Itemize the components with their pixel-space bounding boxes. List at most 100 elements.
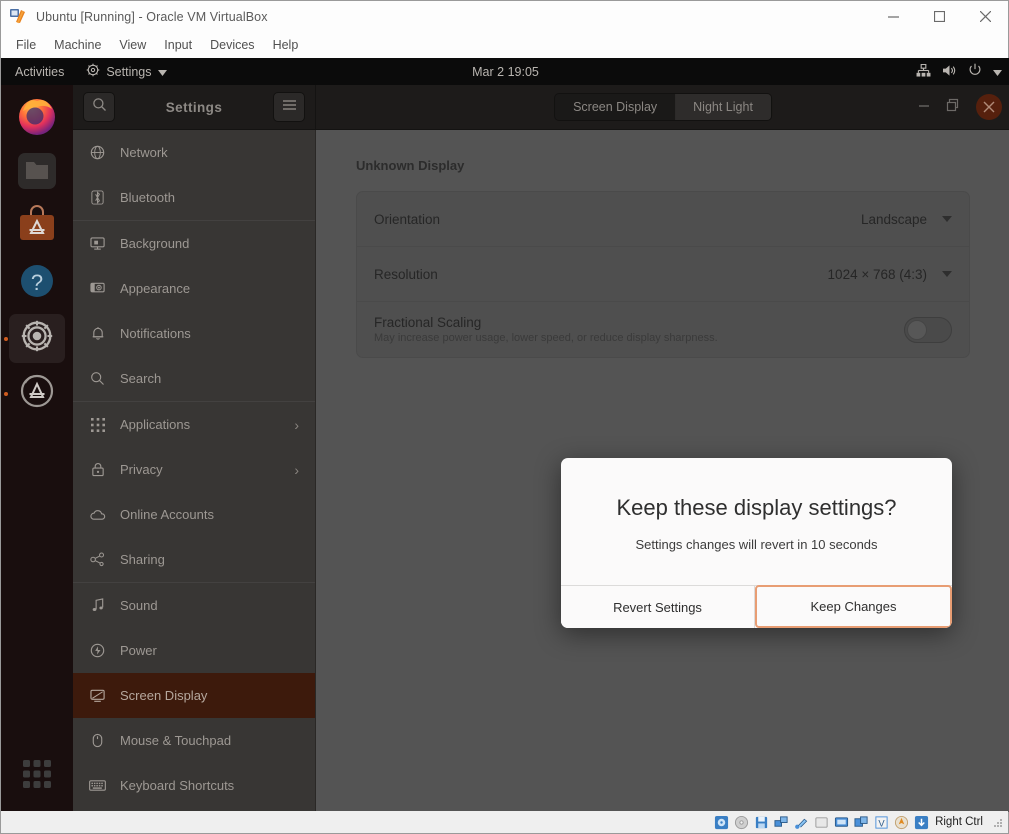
globe-icon bbox=[89, 145, 106, 160]
search-button[interactable] bbox=[83, 92, 115, 122]
activities-button[interactable]: Activities bbox=[1, 65, 76, 79]
settings-header-left: Settings bbox=[73, 85, 316, 129]
optical-disk-icon[interactable] bbox=[733, 815, 749, 829]
sidebar-item-mouse-touchpad[interactable]: Mouse & Touchpad bbox=[73, 718, 315, 763]
share-icon bbox=[89, 552, 106, 567]
sidebar-item-label: Sound bbox=[120, 598, 158, 613]
search-icon bbox=[89, 371, 106, 386]
menu-devices[interactable]: Devices bbox=[201, 35, 263, 55]
settings-header: Settings Screen Display Night Light bbox=[73, 85, 1009, 130]
display-options-card: Orientation Landscape Resolution 1024 × … bbox=[356, 191, 970, 358]
orientation-value: Landscape bbox=[860, 211, 927, 227]
close-button[interactable] bbox=[962, 1, 1008, 32]
apps-grid-icon bbox=[89, 417, 106, 432]
mouse-capture-icon[interactable] bbox=[893, 815, 909, 829]
sidebar-item-online-accounts[interactable]: Online Accounts bbox=[73, 492, 315, 537]
software-updater-icon bbox=[17, 371, 57, 416]
menu-view[interactable]: View bbox=[110, 35, 155, 55]
menu-help[interactable]: Help bbox=[264, 35, 308, 55]
keep-changes-button[interactable]: Keep Changes bbox=[755, 585, 952, 628]
bell-icon bbox=[89, 326, 106, 341]
keep-display-settings-dialog: Keep these display settings? Settings ch… bbox=[561, 458, 952, 628]
menu-file[interactable]: File bbox=[7, 35, 45, 55]
sidebar-item-search[interactable]: Search bbox=[73, 356, 315, 401]
display-icon[interactable] bbox=[833, 815, 849, 829]
shared-folder-icon[interactable] bbox=[813, 815, 829, 829]
settings-body: Network Bluetooth Background Appearance … bbox=[73, 130, 1009, 812]
vrde-icon[interactable]: V bbox=[873, 815, 889, 829]
show-applications-button[interactable] bbox=[1, 749, 73, 804]
dock-item-files[interactable] bbox=[1, 146, 73, 201]
menu-input[interactable]: Input bbox=[155, 35, 201, 55]
sidebar-item-applications[interactable]: Applications › bbox=[73, 402, 315, 447]
sidebar-item-screen-display[interactable]: Screen Display bbox=[73, 673, 315, 718]
dock-item-ubuntu-software[interactable] bbox=[1, 201, 73, 256]
appearance-icon bbox=[89, 281, 106, 296]
fractional-scaling-text: Fractional Scaling May increase power us… bbox=[374, 315, 718, 344]
lock-icon bbox=[89, 462, 106, 477]
hard-disk-icon[interactable] bbox=[713, 815, 729, 829]
usb-icon[interactable] bbox=[793, 815, 809, 829]
gear-icon bbox=[86, 63, 100, 80]
fractional-scaling-toggle[interactable] bbox=[904, 316, 952, 343]
sidebar-item-label: Notifications bbox=[120, 326, 191, 341]
settings-sidebar[interactable]: Network Bluetooth Background Appearance … bbox=[73, 130, 316, 812]
recording-icon[interactable] bbox=[853, 815, 869, 829]
sidebar-item-power[interactable]: Power bbox=[73, 628, 315, 673]
revert-settings-button[interactable]: Revert Settings bbox=[561, 586, 755, 628]
tab-screen-display[interactable]: Screen Display bbox=[555, 94, 676, 120]
power-icon bbox=[968, 63, 982, 80]
minimize-button[interactable] bbox=[870, 1, 916, 32]
minimize-button[interactable] bbox=[918, 98, 930, 116]
settings-window: Settings Screen Display Night Light Netw… bbox=[73, 85, 1009, 812]
close-button[interactable] bbox=[976, 94, 1002, 120]
resize-grip[interactable] bbox=[992, 816, 1004, 828]
topbar-status-area[interactable] bbox=[916, 63, 1002, 80]
row-orientation[interactable]: Orientation Landscape bbox=[357, 192, 969, 247]
sidebar-item-background[interactable]: Background bbox=[73, 221, 315, 266]
dialog-body: Keep these display settings? Settings ch… bbox=[561, 458, 952, 585]
topbar-app-label: Settings bbox=[106, 64, 152, 79]
row-fractional-scaling[interactable]: Fractional Scaling May increase power us… bbox=[357, 302, 969, 357]
menu-button[interactable] bbox=[273, 92, 305, 122]
sidebar-item-label: Privacy bbox=[120, 462, 163, 477]
sidebar-item-sound[interactable]: Sound bbox=[73, 583, 315, 628]
dock-item-software-updater[interactable] bbox=[1, 366, 73, 421]
row-resolution[interactable]: Resolution 1024 × 768 (4:3) bbox=[357, 247, 969, 302]
keyboard-capture-icon[interactable] bbox=[913, 815, 929, 829]
floppy-disk-icon[interactable] bbox=[753, 815, 769, 829]
orientation-dropdown[interactable]: Landscape bbox=[861, 212, 952, 227]
toggle-knob bbox=[907, 319, 927, 340]
maximize-button[interactable] bbox=[916, 1, 962, 32]
virtualbox-menubar: File Machine View Input Devices Help bbox=[1, 32, 1008, 58]
sidebar-item-keyboard-shortcuts[interactable]: Keyboard Shortcuts bbox=[73, 763, 315, 808]
sidebar-item-privacy[interactable]: Privacy › bbox=[73, 447, 315, 492]
files-folder-icon bbox=[15, 149, 59, 198]
sidebar-item-notifications[interactable]: Notifications bbox=[73, 311, 315, 356]
dock-item-settings[interactable] bbox=[1, 311, 73, 366]
gear-icon bbox=[18, 317, 56, 360]
sidebar-item-appearance[interactable]: Appearance bbox=[73, 266, 315, 311]
tab-night-light[interactable]: Night Light bbox=[675, 94, 771, 120]
sidebar-item-bluetooth[interactable]: Bluetooth bbox=[73, 175, 315, 220]
settings-title: Settings bbox=[165, 99, 223, 115]
chevron-down-icon bbox=[942, 271, 952, 277]
sidebar-item-label: Power bbox=[120, 643, 157, 658]
topbar-clock[interactable]: Mar 2 19:05 bbox=[472, 65, 539, 79]
bluetooth-icon bbox=[89, 190, 106, 205]
dock-item-help[interactable]: ? bbox=[1, 256, 73, 311]
window-title: Ubuntu [Running] - Oracle VM VirtualBox bbox=[36, 9, 268, 24]
sidebar-item-label: Sharing bbox=[120, 552, 165, 567]
resolution-label: Resolution bbox=[374, 266, 438, 282]
sidebar-item-network[interactable]: Network bbox=[73, 130, 315, 175]
network-icon[interactable] bbox=[773, 815, 789, 829]
restore-button[interactable] bbox=[946, 98, 960, 117]
apps-grid-icon bbox=[22, 759, 52, 794]
menu-machine[interactable]: Machine bbox=[45, 35, 110, 55]
sidebar-item-label: Online Accounts bbox=[120, 507, 214, 522]
gnome-topbar: Activities Settings Mar 2 19:05 bbox=[1, 58, 1009, 85]
topbar-app-menu[interactable]: Settings bbox=[76, 63, 176, 80]
dock-item-firefox[interactable] bbox=[1, 91, 73, 146]
sidebar-item-sharing[interactable]: Sharing bbox=[73, 537, 315, 582]
resolution-dropdown[interactable]: 1024 × 768 (4:3) bbox=[828, 267, 952, 282]
